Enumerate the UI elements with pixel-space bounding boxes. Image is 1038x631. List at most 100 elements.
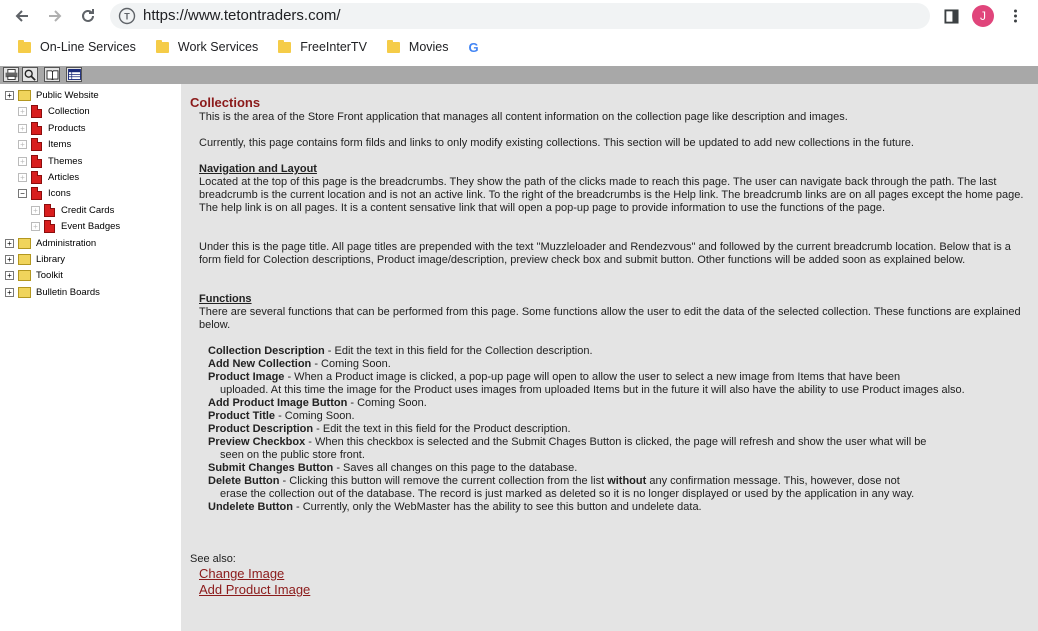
tree-item-products[interactable]: + Products [18,120,86,136]
book-icon [46,70,58,80]
google-bookmark-icon[interactable]: G [469,40,479,55]
section-heading-functions: Functions [199,293,252,305]
document-icon [31,121,42,135]
folder-icon [18,286,31,298]
address-bar[interactable]: T https://www.tetontraders.com/ [110,3,930,29]
navigation-paragraph: Located at the top of this page is the b… [199,176,1024,214]
function-item: Product Image - When a Product image is … [208,371,965,396]
function-item: Delete Button - Clicking this button wil… [208,475,915,500]
print-button[interactable] [3,67,19,82]
url-text: https://www.tetontraders.com/ [143,7,341,24]
functions-list: Collection Description - Edit the text i… [208,345,1020,514]
table-button[interactable] [66,67,82,82]
see-also-label: See also: [190,553,236,565]
section-heading-navigation: Navigation and Layout [199,163,317,175]
tree-item-public-website[interactable]: + Public Website [5,87,99,103]
expand-icon[interactable]: + [31,221,40,231]
tree-item-themes[interactable]: + Themes [18,153,82,169]
tree-item-event-badges[interactable]: + Event Badges [31,218,120,234]
tree-label: Products [48,122,86,134]
table-icon [67,69,81,80]
bookmark-freeintertv[interactable]: FreeInterTV [278,39,367,54]
profile-button[interactable]: J [972,4,994,28]
intro-paragraph-2: Currently, this page contains form filds… [199,137,914,149]
tree-label: Credit Cards [61,204,115,216]
reload-icon [82,9,94,22]
expand-icon[interactable]: + [18,156,27,166]
bookmark-work-services[interactable]: Work Services [155,39,258,54]
document-icon [44,219,55,233]
search-icon [24,69,36,81]
forward-button[interactable] [43,4,67,28]
kebab-menu-icon [1013,9,1017,23]
collapse-icon[interactable]: − [18,188,27,198]
bookmark-movies[interactable]: Movies [386,39,449,54]
tree-label: Public Website [36,89,99,101]
tree-item-library[interactable]: + Library [5,251,65,267]
expand-icon[interactable]: + [5,254,14,264]
document-icon [44,203,55,217]
folder-icon [386,39,400,53]
document-icon [31,154,42,168]
function-item: Submit Changes Button - Saves all change… [208,462,578,474]
folder-icon [18,269,31,281]
bookmark-online-services[interactable]: On-Line Services [18,39,136,54]
menu-button[interactable] [1006,4,1024,28]
document-icon [31,186,42,200]
site-info-icon[interactable]: T [118,7,136,25]
book-button[interactable] [44,67,60,82]
function-item: Product Description - Edit the text in t… [208,423,571,435]
tree-label: Bulletin Boards [36,286,100,298]
expand-icon[interactable]: + [5,90,14,100]
tree-item-bulletin-boards[interactable]: + Bulletin Boards [5,284,100,300]
reload-button[interactable] [76,4,100,28]
arrow-right-icon [49,10,62,22]
tree-label: Administration [36,237,97,249]
function-item: Add New Collection - Coming Soon. [208,358,391,370]
printer-icon [5,69,17,80]
expand-icon[interactable]: + [18,139,27,149]
change-image-link[interactable]: Change Image [199,566,284,581]
expand-icon[interactable]: + [5,238,14,248]
function-item: Add Product Image Button - Coming Soon. [208,397,427,409]
page-title: Collections [190,95,261,110]
side-panel-button[interactable] [940,4,962,28]
expand-icon[interactable]: + [18,106,27,116]
expand-icon[interactable]: + [31,205,40,215]
function-item: Collection Description - Edit the text i… [208,345,593,357]
document-icon [31,170,42,184]
tree-item-collection[interactable]: + Collection [18,103,90,119]
tree-item-toolkit[interactable]: + Toolkit [5,267,63,283]
add-product-image-link[interactable]: Add Product Image [199,582,310,597]
tree-item-credit-cards[interactable]: + Credit Cards [31,202,114,218]
folder-icon [278,39,292,53]
function-item: Undelete Button - Currently, only the We… [208,501,702,513]
expand-icon[interactable]: + [5,287,14,297]
tree-item-administration[interactable]: + Administration [5,235,96,251]
search-button[interactable] [22,67,38,82]
bookmark-label: On-Line Services [40,40,136,54]
folder-icon [18,253,31,265]
tree-label: Icons [48,187,71,199]
function-item: Preview Checkbox - When this checkbox is… [208,436,927,461]
tree-label: Articles [48,171,80,183]
tree-label: Library [36,253,66,265]
expand-icon[interactable]: + [18,172,27,182]
tree-label: Toolkit [36,269,63,281]
tree-item-icons[interactable]: − Icons [18,185,71,201]
svg-text:T: T [124,12,130,22]
arrow-left-icon [15,10,28,22]
folder-icon [18,89,31,101]
back-button[interactable] [10,4,34,28]
expand-icon[interactable]: + [18,123,27,133]
tool-strip [0,66,1038,84]
bookmark-label: FreeInterTV [300,40,367,54]
tree-label: Collection [48,105,90,117]
document-icon [31,137,42,151]
folder-icon [155,39,169,53]
expand-icon[interactable]: + [5,270,14,280]
tree-item-items[interactable]: + Items [18,136,71,152]
tree-item-articles[interactable]: + Articles [18,169,79,185]
help-content: Collections This is the area of the Stor… [181,84,1038,631]
intro-paragraph: This is the area of the Store Front appl… [199,111,848,123]
